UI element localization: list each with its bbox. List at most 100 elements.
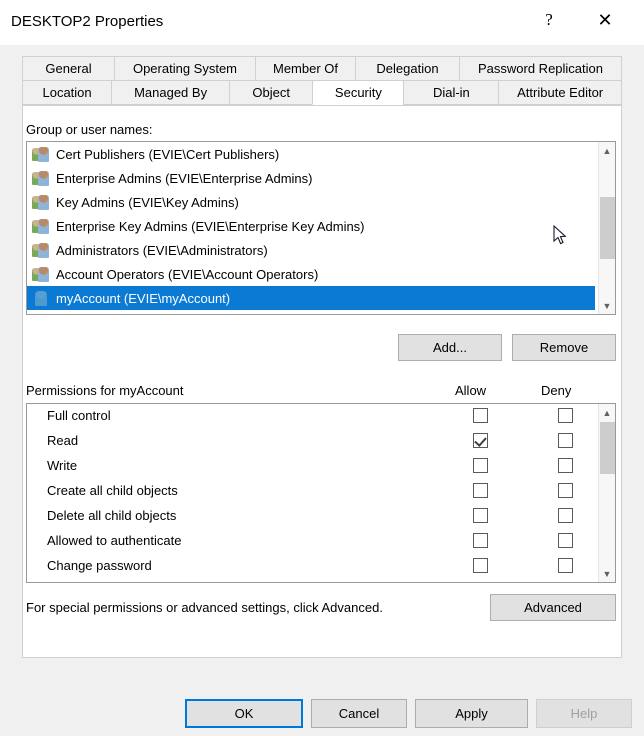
list-item-label: Account Operators (EVIE\Account Operator… (56, 267, 318, 282)
list-item[interactable]: Enterprise Key Admins (EVIE\Enterprise K… (27, 214, 600, 238)
permissions-listbox[interactable]: Full control Read Write Create all child… (26, 403, 616, 583)
permissions-for-label: Permissions for myAccount (26, 383, 184, 398)
tab-label: Operating System (133, 61, 237, 76)
apply-button[interactable]: Apply (415, 699, 528, 728)
tab-object[interactable]: Object (229, 80, 312, 105)
permission-name: Read (47, 433, 78, 448)
table-row[interactable]: Delete all child objects (27, 504, 600, 529)
list-item[interactable]: Print Operators (EVIE\Print Operators) (27, 310, 600, 314)
tab-security[interactable]: Security (312, 80, 403, 105)
deny-checkbox[interactable] (558, 558, 573, 573)
ok-button-label: OK (235, 706, 254, 721)
allow-checkbox[interactable] (473, 558, 488, 573)
permission-name: Create all child objects (47, 483, 178, 498)
scrollbar-thumb[interactable] (600, 422, 615, 474)
tab-operating-system[interactable]: Operating System (114, 56, 255, 81)
table-row[interactable]: Full control (27, 404, 600, 429)
list-item[interactable]: Enterprise Admins (EVIE\Enterprise Admin… (27, 166, 600, 190)
permission-name: Full control (47, 408, 111, 423)
add-button-label: Add... (433, 340, 467, 355)
allow-checkbox[interactable] (473, 533, 488, 548)
list-item[interactable]: Cert Publishers (EVIE\Cert Publishers) (27, 142, 600, 166)
help-icon-button[interactable]: ? (526, 4, 572, 36)
group-or-user-names-listbox[interactable]: Cert Publishers (EVIE\Cert Publishers) E… (26, 141, 616, 315)
list-item[interactable]: Administrators (EVIE\Administrators) (27, 238, 600, 262)
allow-checkbox[interactable] (473, 508, 488, 523)
advanced-button-label: Advanced (524, 600, 582, 615)
cancel-button[interactable]: Cancel (311, 699, 407, 728)
title-bar: DESKTOP2 Properties ? ✕ (0, 0, 644, 46)
help-button-label: Help (571, 706, 598, 721)
table-row[interactable]: Change password (27, 554, 600, 579)
tab-label: Object (252, 85, 290, 100)
allow-checkbox[interactable] (473, 483, 488, 498)
tab-label: Delegation (376, 61, 438, 76)
tab-location[interactable]: Location (22, 80, 111, 105)
group-icon (32, 193, 50, 211)
deny-checkbox[interactable] (558, 533, 573, 548)
permissions-list-items: Full control Read Write Create all child… (27, 404, 600, 582)
table-row[interactable]: Create all child objects (27, 479, 600, 504)
ok-button[interactable]: OK (185, 699, 303, 728)
advanced-button[interactable]: Advanced (490, 594, 616, 621)
list-item-label: myAccount (EVIE\myAccount) (56, 291, 230, 306)
close-icon: ✕ (597, 11, 612, 29)
list-item[interactable]: Account Operators (EVIE\Account Operator… (27, 262, 600, 286)
group-icon (32, 265, 50, 283)
tab-label: Managed By (134, 85, 207, 100)
tab-dial-in[interactable]: Dial-in (403, 80, 498, 105)
allow-checkbox[interactable] (473, 433, 488, 448)
tab-general[interactable]: General (22, 56, 114, 81)
tab-label: Password Replication (478, 61, 603, 76)
tab-attribute-editor[interactable]: Attribute Editor (498, 80, 622, 105)
scroll-up-arrow-icon[interactable]: ▲ (599, 142, 615, 159)
allow-column-header: Allow (455, 383, 486, 398)
group-icon (32, 169, 50, 187)
help-button: Help (536, 699, 632, 728)
permissions-scrollbar[interactable]: ▲ ▼ (598, 404, 615, 582)
tab-label: Location (42, 85, 91, 100)
scrollbar-thumb[interactable] (600, 197, 615, 259)
remove-button-label: Remove (540, 340, 588, 355)
close-button[interactable]: ✕ (582, 4, 628, 36)
tab-managed-by[interactable]: Managed By (111, 80, 229, 105)
tab-label: General (45, 61, 91, 76)
table-row[interactable]: Read (27, 429, 600, 454)
apply-button-label: Apply (455, 706, 488, 721)
deny-checkbox[interactable] (558, 508, 573, 523)
remove-button[interactable]: Remove (512, 334, 616, 361)
scroll-down-arrow-icon[interactable]: ▼ (599, 297, 615, 314)
tab-password-replication[interactable]: Password Replication (459, 56, 622, 81)
permission-name: Allowed to authenticate (47, 533, 181, 548)
deny-checkbox[interactable] (558, 408, 573, 423)
user-list-scrollbar[interactable]: ▲ ▼ (598, 142, 615, 314)
window-title: DESKTOP2 Properties (11, 13, 163, 30)
deny-checkbox[interactable] (558, 483, 573, 498)
list-item-label: Enterprise Admins (EVIE\Enterprise Admin… (56, 171, 313, 186)
table-row[interactable]: Allowed to authenticate (27, 529, 600, 554)
tab-row-2: Location Managed By Object Security Dial… (22, 80, 622, 105)
allow-checkbox[interactable] (473, 408, 488, 423)
group-icon (32, 313, 50, 314)
tab-member-of[interactable]: Member Of (255, 56, 355, 81)
advanced-settings-note: For special permissions or advanced sett… (26, 600, 383, 615)
cancel-button-label: Cancel (339, 706, 379, 721)
add-button[interactable]: Add... (398, 334, 502, 361)
group-icon (32, 217, 50, 235)
list-item-label: Key Admins (EVIE\Key Admins) (56, 195, 239, 210)
list-item-label: Enterprise Key Admins (EVIE\Enterprise K… (56, 219, 365, 234)
list-item[interactable]: Key Admins (EVIE\Key Admins) (27, 190, 600, 214)
permission-name: Change password (47, 558, 152, 573)
question-mark-icon: ? (545, 10, 553, 30)
tab-delegation[interactable]: Delegation (355, 56, 459, 81)
deny-checkbox[interactable] (558, 458, 573, 473)
group-icon (32, 241, 50, 259)
scroll-down-arrow-icon[interactable]: ▼ (599, 565, 615, 582)
scroll-up-arrow-icon[interactable]: ▲ (599, 404, 615, 421)
allow-checkbox[interactable] (473, 458, 488, 473)
list-item-selected[interactable]: myAccount (EVIE\myAccount) (27, 286, 595, 310)
table-row[interactable]: Write (27, 454, 600, 479)
tab-label: Attribute Editor (517, 85, 603, 100)
deny-checkbox[interactable] (558, 433, 573, 448)
list-item-label: Administrators (EVIE\Administrators) (56, 243, 268, 258)
